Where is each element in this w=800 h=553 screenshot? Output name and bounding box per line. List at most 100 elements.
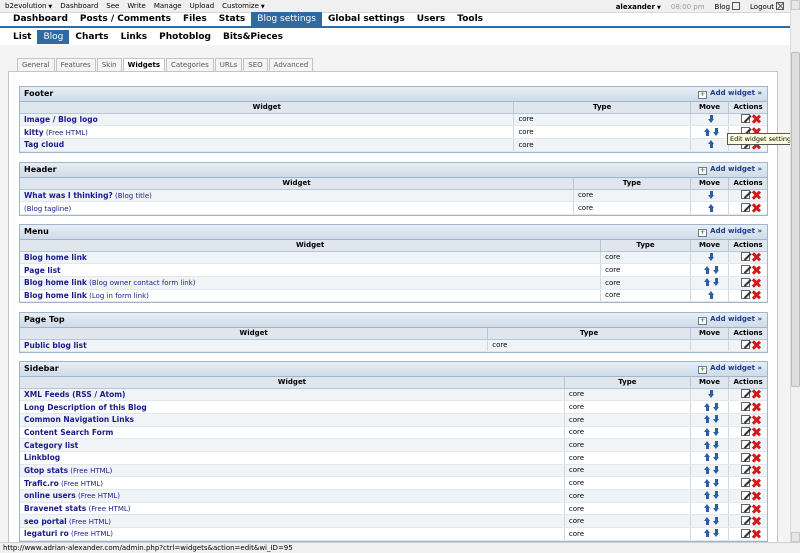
- tab-blog-settings[interactable]: Blog settings: [251, 12, 322, 26]
- move-up-icon[interactable]: [703, 453, 711, 462]
- edit-widget-icon[interactable]: [740, 252, 750, 262]
- move-down-icon[interactable]: [712, 127, 720, 136]
- edit-widget-icon[interactable]: [740, 203, 750, 213]
- tab-posts-comments[interactable]: Posts / Comments: [74, 12, 177, 26]
- edit-widget-icon[interactable]: [740, 114, 750, 124]
- toolbar-customize[interactable]: Customize ▼: [222, 2, 265, 10]
- widget-subtitle[interactable]: (Free HTML): [71, 530, 113, 538]
- widget-name-link[interactable]: Linkblog: [24, 453, 60, 462]
- widget-subtitle[interactable]: (Free HTML): [46, 129, 88, 137]
- move-up-icon[interactable]: [703, 516, 711, 525]
- edit-widget-icon[interactable]: [740, 340, 750, 350]
- edit-widget-icon[interactable]: [740, 465, 750, 475]
- add-widget-link[interactable]: + Add widget »: [698, 89, 762, 99]
- widget-name-link[interactable]: Blog home link: [24, 253, 87, 262]
- move-down-icon[interactable]: [712, 278, 720, 287]
- delete-widget-icon[interactable]: [752, 266, 760, 274]
- scrollbar-thumb[interactable]: [791, 52, 800, 387]
- widget-subtitle[interactable]: (Free HTML): [70, 467, 112, 475]
- move-up-icon[interactable]: [708, 203, 715, 212]
- widget-name-link[interactable]: Category list: [24, 441, 78, 450]
- toolbar-write[interactable]: Write: [127, 2, 145, 10]
- widget-name-link[interactable]: XML Feeds (RSS / Atom): [24, 390, 126, 399]
- widget-subtitle[interactable]: (Free HTML): [88, 505, 130, 513]
- edit-widget-icon[interactable]: [740, 516, 750, 526]
- tab-stats[interactable]: Stats: [213, 12, 252, 26]
- delete-widget-icon[interactable]: [752, 441, 760, 449]
- toolbar-dashboard[interactable]: Dashboard: [60, 2, 98, 10]
- subtab-links[interactable]: Links: [115, 30, 154, 44]
- delete-widget-icon[interactable]: [752, 492, 760, 500]
- move-up-icon[interactable]: [703, 427, 711, 436]
- delete-widget-icon[interactable]: [752, 530, 760, 538]
- delete-widget-icon[interactable]: [752, 416, 760, 424]
- toolbar-upload[interactable]: Upload: [190, 2, 215, 10]
- widget-subtitle[interactable]: (Blog title): [115, 192, 152, 200]
- move-up-icon[interactable]: [708, 290, 715, 299]
- move-down-icon[interactable]: [708, 389, 715, 398]
- widget-name-link[interactable]: Gtop stats: [24, 466, 68, 475]
- move-up-icon[interactable]: [703, 265, 711, 274]
- tab-tools[interactable]: Tools: [451, 12, 489, 26]
- move-down-icon[interactable]: [712, 453, 720, 462]
- move-down-icon[interactable]: [712, 427, 720, 436]
- tab-files[interactable]: Files: [177, 12, 213, 26]
- widget-name-link[interactable]: Trafic.ro: [24, 479, 59, 488]
- site-menu[interactable]: b2evolution ▼: [5, 2, 52, 10]
- move-up-icon[interactable]: [703, 504, 711, 513]
- widget-name-link[interactable]: Blog home link: [24, 291, 87, 300]
- move-down-icon[interactable]: [712, 529, 720, 538]
- scroll-down-button[interactable]: [791, 532, 800, 542]
- tab-users[interactable]: Users: [411, 12, 452, 26]
- settings-tab-seo[interactable]: SEO: [243, 58, 268, 71]
- widget-name-link[interactable]: Bravenet stats: [24, 504, 86, 513]
- delete-widget-icon[interactable]: [752, 517, 760, 525]
- add-widget-link[interactable]: + Add widget »: [698, 315, 762, 325]
- edit-widget-icon[interactable]: [740, 503, 750, 513]
- delete-widget-icon[interactable]: [752, 279, 760, 287]
- move-down-icon[interactable]: [712, 478, 720, 487]
- move-down-icon[interactable]: [712, 516, 720, 525]
- subtab-list[interactable]: List: [7, 30, 37, 44]
- move-up-icon[interactable]: [703, 415, 711, 424]
- move-down-icon[interactable]: [708, 252, 715, 261]
- move-down-icon[interactable]: [712, 504, 720, 513]
- edit-widget-icon[interactable]: [740, 402, 750, 412]
- toolbar-manage[interactable]: Manage: [154, 2, 182, 10]
- move-down-icon[interactable]: [712, 402, 720, 411]
- widget-name-link[interactable]: seo portal: [24, 517, 67, 526]
- edit-widget-icon[interactable]: [740, 190, 750, 200]
- edit-widget-icon[interactable]: [740, 427, 750, 437]
- delete-widget-icon[interactable]: [752, 390, 760, 398]
- blog-link[interactable]: Blog: [715, 2, 741, 11]
- add-widget-link[interactable]: + Add widget »: [698, 165, 762, 175]
- widget-subtitle[interactable]: (Blog owner contact form link): [89, 279, 195, 287]
- subtab-bits-pieces[interactable]: Bits&Pieces: [217, 30, 289, 44]
- move-down-icon[interactable]: [712, 265, 720, 274]
- move-up-icon[interactable]: [703, 465, 711, 474]
- widget-name-link[interactable]: What was I thinking?: [24, 191, 113, 200]
- move-up-icon[interactable]: [708, 140, 715, 149]
- tab-dashboard[interactable]: Dashboard: [7, 12, 74, 26]
- settings-tab-skin[interactable]: Skin: [96, 58, 122, 71]
- move-up-icon[interactable]: [703, 491, 711, 500]
- edit-widget-icon[interactable]: [740, 389, 750, 399]
- logout-link[interactable]: Logout: [750, 2, 784, 11]
- delete-widget-icon[interactable]: [752, 291, 760, 299]
- move-down-icon[interactable]: [712, 491, 720, 500]
- delete-widget-icon[interactable]: [752, 204, 760, 212]
- settings-tab-categories[interactable]: Categories: [166, 58, 214, 71]
- scroll-up-button[interactable]: [791, 0, 800, 10]
- widget-subtitle[interactable]: (Free HTML): [78, 492, 120, 500]
- delete-widget-icon[interactable]: [752, 403, 760, 411]
- widget-name-link[interactable]: Tag cloud: [24, 140, 64, 149]
- widget-name-link[interactable]: Common Navigation Links: [24, 415, 134, 424]
- edit-widget-icon[interactable]: [740, 290, 750, 300]
- settings-tab-general[interactable]: General: [17, 58, 55, 71]
- move-down-icon[interactable]: [712, 415, 720, 424]
- settings-tab-features[interactable]: Features: [55, 58, 96, 71]
- delete-widget-icon[interactable]: [752, 341, 760, 349]
- edit-widget-icon[interactable]: [740, 478, 750, 488]
- edit-widget-icon[interactable]: [740, 277, 750, 287]
- move-up-icon[interactable]: [703, 402, 711, 411]
